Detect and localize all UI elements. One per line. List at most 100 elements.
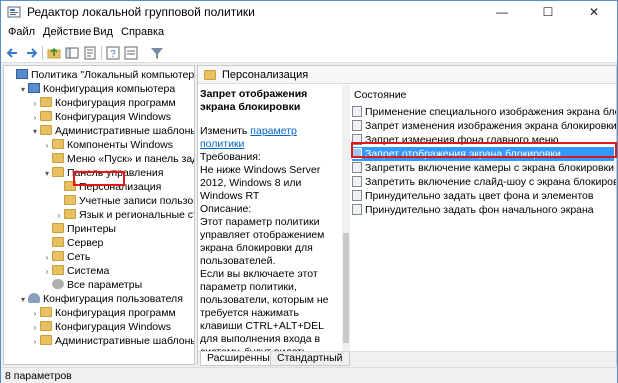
setting-label: Применение специального изображения экра… [365, 106, 616, 118]
selected-setting-highlight [351, 142, 617, 158]
tree-node[interactable]: Политика "Локальный компьютер" [6, 68, 195, 82]
tree-node-label: Политика "Локальный компьютер" [31, 69, 195, 81]
tree-node-label: Принтеры [67, 223, 116, 235]
collapse-arrow-icon[interactable]: ▾ [18, 83, 28, 97]
expand-arrow-icon[interactable]: › [42, 265, 52, 279]
collapse-arrow-icon[interactable]: ▾ [18, 293, 28, 307]
back-icon[interactable] [5, 45, 21, 61]
folder-icon [52, 237, 64, 247]
show-hide-tree-icon[interactable] [64, 45, 80, 61]
gear-icon [52, 279, 64, 289]
tree-node[interactable]: › Конфигурация Windows [30, 320, 171, 334]
setting-item[interactable]: Применение специального изображения экра… [352, 105, 616, 119]
tree-node-label: Система [67, 265, 110, 277]
scrollbar-thumb[interactable] [343, 233, 349, 343]
help-icon[interactable]: ? [105, 45, 121, 61]
tree-node[interactable]: ▾ Конфигурация пользователя [18, 292, 183, 306]
expand-arrow-icon[interactable]: › [30, 321, 40, 335]
tree-node[interactable]: › Конфигурация программ [30, 96, 176, 110]
tree-node-label: Конфигурация пользователя [43, 293, 183, 305]
tree-node-label: Административные шаблоны [55, 335, 195, 347]
folder-icon [52, 265, 64, 275]
tree-node[interactable]: Учетные записи пользоват [54, 194, 194, 208]
description-label: Описание: [200, 203, 252, 215]
forward-icon[interactable] [23, 45, 39, 61]
maximize-button[interactable]: ☐ [525, 1, 571, 23]
tree-node[interactable]: Принтеры [42, 222, 116, 236]
tree-node[interactable]: Меню «Пуск» и панель задач [42, 152, 194, 166]
tree-node[interactable]: › Язык и региональные стан [54, 208, 194, 223]
export-list-icon[interactable] [82, 45, 98, 61]
menu-bar: Файл Действие Вид Справка [1, 23, 617, 43]
tree-node[interactable]: › Конфигурация программ [30, 306, 176, 320]
menu-action[interactable]: Действие [43, 26, 91, 38]
expand-arrow-icon[interactable]: › [54, 209, 64, 223]
setting-item[interactable]: Принудительно задать фон начального экра… [352, 203, 614, 217]
tree-node[interactable]: › Конфигурация Windows [30, 110, 171, 124]
tree-node[interactable]: Все параметры [42, 278, 142, 292]
setting-item[interactable]: Запретить включение слайд-шоу с экрана б… [352, 175, 616, 189]
setting-item[interactable]: Запретить включение камеры с экрана блок… [352, 161, 614, 175]
settings-list: Состояние Применение специального изобра… [350, 85, 616, 351]
app-window: Редактор локальной групповой политики — … [0, 0, 618, 383]
status-bar: 8 параметров [1, 367, 617, 383]
title-bar: Редактор локальной групповой политики — … [1, 1, 617, 23]
description-more: Если вы включаете этот параметр политики… [200, 268, 329, 351]
extended-description: Запрет отображения экрана блокировки Изм… [198, 85, 346, 351]
folder-icon [52, 153, 64, 163]
setting-label: Принудительно задать фон начального экра… [365, 204, 594, 216]
expand-arrow-icon[interactable]: › [30, 307, 40, 321]
edit-policy-line: Изменить параметр политики [200, 125, 340, 151]
policy-setting-icon [352, 106, 362, 117]
toolbar: ? [1, 43, 617, 63]
tree-node[interactable]: › Сеть [42, 250, 90, 264]
computer-icon [16, 69, 28, 79]
menu-help[interactable]: Справка [121, 26, 164, 38]
toolbar-separator [42, 46, 43, 60]
tree-node[interactable]: › Компоненты Windows [42, 138, 173, 152]
setting-label: Принудительно задать цвет фона и элемент… [365, 190, 594, 202]
minimize-button[interactable]: — [479, 1, 525, 23]
tree-node[interactable]: › Административные шаблоны [30, 334, 195, 349]
computer-icon [28, 83, 40, 93]
expand-arrow-icon[interactable]: › [30, 111, 40, 125]
tree-node[interactable]: ▾ Конфигурация компьютера [18, 82, 175, 96]
menu-file[interactable]: Файл [8, 26, 35, 38]
pane-header-title: Персонализация [222, 69, 309, 81]
toolbar-separator [101, 46, 102, 60]
setting-label: Запретить включение слайд-шоу с экрана б… [365, 176, 616, 188]
expand-arrow-icon[interactable]: › [30, 335, 40, 349]
filter-icon[interactable] [149, 45, 165, 61]
expand-arrow-icon[interactable]: › [30, 97, 40, 111]
group-policy-app-icon [7, 6, 21, 18]
collapse-arrow-icon[interactable]: ▾ [30, 125, 40, 139]
tree-node-label: Конфигурация Windows [55, 111, 171, 123]
policy-setting-icon [352, 162, 362, 173]
up-folder-icon[interactable] [46, 45, 62, 61]
tree-node-label: Конфигурация программ [55, 307, 176, 319]
tree-node-label: Язык и региональные стан [79, 209, 194, 221]
tree-node[interactable]: Сервер [42, 236, 103, 250]
close-button[interactable]: ✕ [571, 1, 617, 23]
folder-icon [40, 307, 52, 317]
tree-node-label: Учетные записи пользоват [79, 195, 194, 207]
collapse-arrow-icon[interactable]: ▾ [42, 167, 52, 181]
tree-node[interactable]: › Система [42, 264, 109, 278]
tree-node[interactable]: ▾ Административные шаблоны [30, 124, 194, 139]
tab-standard[interactable]: Стандартный [270, 352, 350, 366]
scrollbar[interactable] [342, 85, 350, 351]
requirements-text: Не ниже Windows Server 2012, Windows 8 и… [200, 164, 321, 202]
expand-arrow-icon[interactable]: › [42, 251, 52, 265]
folder-icon [40, 97, 52, 107]
folder-icon [40, 111, 52, 121]
setting-item[interactable]: Принудительно задать цвет фона и элемент… [352, 189, 614, 203]
status-text: 8 параметров [5, 370, 72, 382]
expand-arrow-icon[interactable]: › [42, 139, 52, 153]
column-header-state[interactable]: Состояние [354, 89, 406, 101]
properties-icon[interactable] [123, 45, 139, 61]
svg-text:?: ? [110, 49, 116, 60]
folder-icon [64, 195, 76, 205]
menu-view[interactable]: Вид [93, 26, 113, 38]
folder-icon [64, 209, 76, 219]
setting-item[interactable]: Запрет изменения изображения экрана блок… [352, 119, 616, 133]
